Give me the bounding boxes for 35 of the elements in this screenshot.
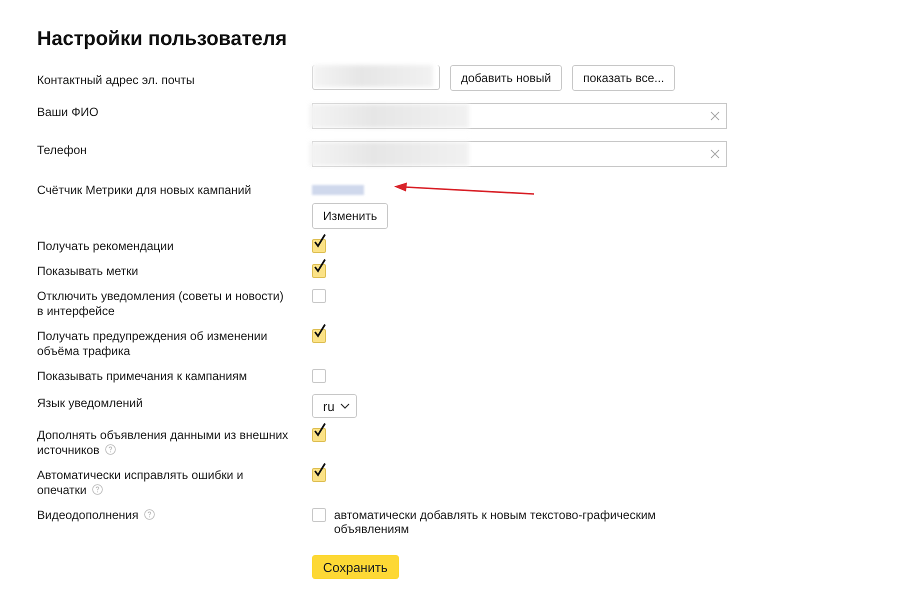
setting-label: Счётчик Метрики для новых кампаний bbox=[37, 183, 252, 197]
checkbox[interactable] bbox=[312, 259, 327, 278]
setting-label: Ваши ФИО bbox=[37, 105, 98, 119]
setting-label: Контактный адрес эл. почты bbox=[37, 73, 195, 87]
setting-label: Видеодополнения bbox=[37, 508, 155, 522]
text-field[interactable] bbox=[312, 141, 727, 167]
setting-label: Автоматически исправлять ошибки и опечатки bbox=[37, 468, 244, 497]
setting-label: Показывать примечания к кампаниям bbox=[37, 369, 247, 383]
chevron-icon bbox=[340, 403, 350, 409]
help-icon[interactable] bbox=[144, 509, 155, 520]
checkbox-label: автоматически добавлять к новым текстово-графическим объявлениям bbox=[334, 508, 657, 536]
clear-icon[interactable] bbox=[710, 111, 720, 121]
help-icon[interactable] bbox=[104, 444, 116, 455]
text-field[interactable] bbox=[312, 103, 727, 129]
setting-label: Язык уведомлений bbox=[37, 396, 143, 410]
redacted-counter bbox=[312, 185, 364, 195]
setting-label: Показывать метки bbox=[37, 264, 138, 278]
help-icon[interactable] bbox=[92, 484, 103, 495]
setting-label: Отключить уведомления (советы и новости) в интерфейсе bbox=[37, 289, 284, 318]
action-button[interactable]: добавить новый bbox=[450, 65, 562, 91]
setting-label: Телефон bbox=[37, 143, 87, 157]
language-select[interactable]: ru bbox=[312, 394, 357, 418]
checkbox[interactable] bbox=[312, 423, 327, 442]
save-button[interactable]: Сохранить bbox=[312, 555, 399, 579]
clear-icon[interactable] bbox=[710, 149, 720, 159]
setting-label: Дополнять объявления данными из внешних источников bbox=[37, 428, 288, 457]
setting-label: Получать рекомендации bbox=[37, 239, 174, 253]
setting-label: Получать предупреждения об изменении объёма трафика bbox=[37, 329, 268, 358]
page-title: Настройки пользователя bbox=[37, 28, 288, 51]
email-field[interactable] bbox=[312, 65, 440, 90]
checkbox[interactable] bbox=[312, 324, 327, 343]
action-button[interactable]: показать все... bbox=[572, 65, 676, 91]
checkbox[interactable] bbox=[312, 234, 327, 253]
change-button[interactable]: Изменить bbox=[312, 203, 388, 229]
checkbox[interactable] bbox=[312, 463, 327, 482]
